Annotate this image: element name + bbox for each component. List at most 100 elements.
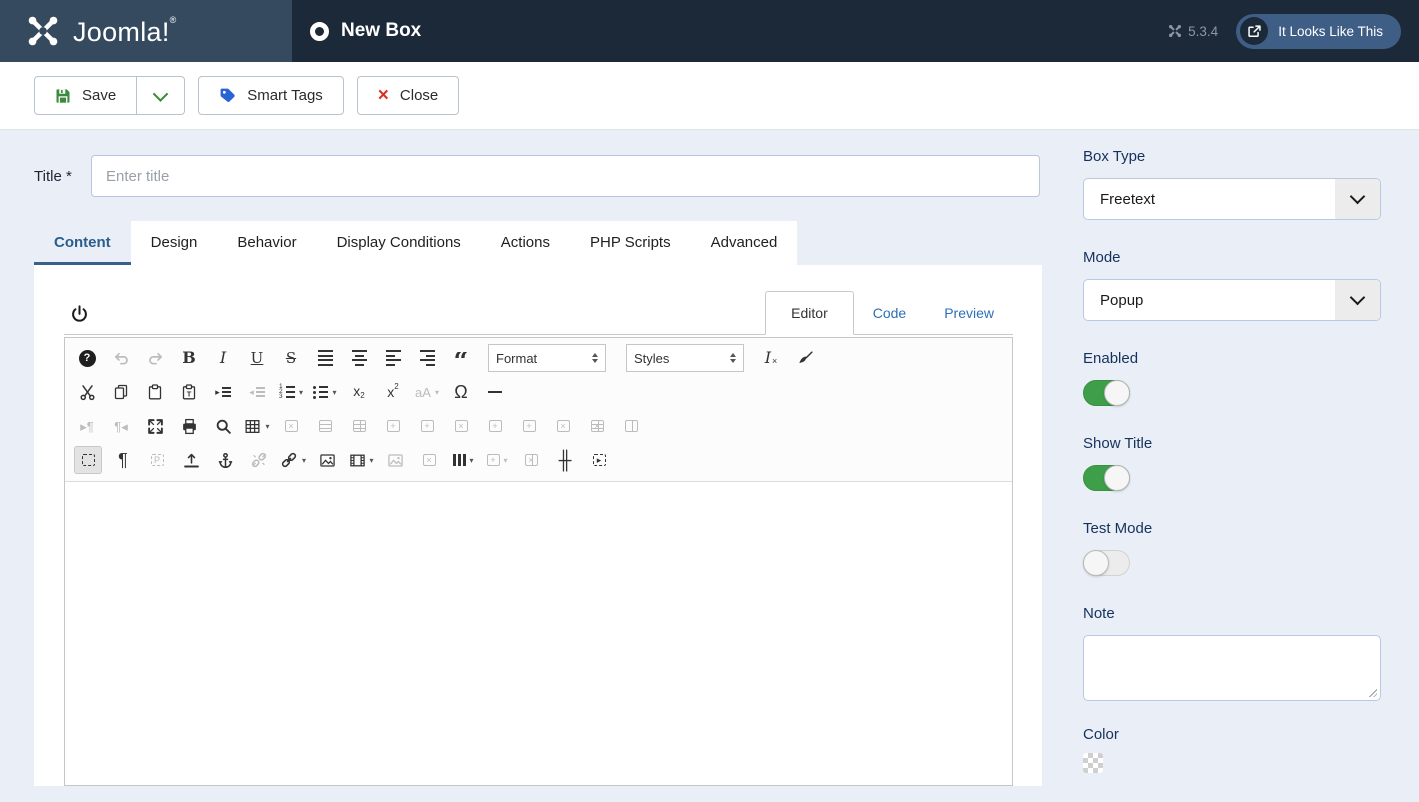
test-mode-toggle[interactable] (1083, 550, 1130, 576)
editor-canvas[interactable] (65, 481, 1012, 785)
italic-icon: I (220, 350, 226, 366)
redo-icon (147, 350, 164, 367)
paste-text-button[interactable]: T (176, 379, 202, 405)
div-container-button[interactable]: ▸ (586, 447, 612, 473)
toggle-editor-button[interactable] (70, 305, 89, 324)
table-button[interactable]: ▾ (244, 413, 270, 439)
cut-button[interactable] (74, 379, 100, 405)
image-button[interactable] (314, 447, 340, 473)
close-icon: × (378, 86, 389, 105)
copy-button[interactable] (108, 379, 134, 405)
close-button[interactable]: × Close (357, 76, 459, 115)
blockquote-icon: “ (454, 352, 469, 365)
save-dropdown-button[interactable] (137, 76, 185, 115)
fullscreen-button[interactable] (142, 413, 168, 439)
link-button[interactable]: ▾ (280, 447, 306, 473)
columns-button[interactable]: ▾ (450, 447, 476, 473)
dropdown-caret-icon: ▾ (370, 456, 374, 465)
help-icon: ? (79, 350, 96, 367)
italic-button[interactable]: I (210, 345, 236, 371)
indent-icon: ▸ (215, 387, 231, 397)
tab-advanced[interactable]: Advanced (691, 221, 798, 265)
pagebreak-button[interactable]: ╫ (552, 447, 578, 473)
rtl-paragraph-icon: ¶◂ (114, 420, 128, 433)
upload-button[interactable] (178, 447, 204, 473)
tab-behavior[interactable]: Behavior (217, 221, 316, 265)
print-button[interactable] (176, 413, 202, 439)
enabled-toggle[interactable] (1083, 380, 1130, 406)
save-button[interactable]: Save (34, 76, 137, 115)
editor-view-tabs: EditorCodePreview (765, 291, 1013, 334)
mode-select[interactable]: Popup (1083, 279, 1381, 321)
ordered-list-button[interactable]: 123▾ (278, 379, 304, 405)
visual-aid-button[interactable] (74, 446, 102, 474)
unlink-icon (250, 451, 268, 469)
media-button[interactable]: ▾ (348, 447, 374, 473)
delete-column-icon: × (557, 420, 570, 432)
anchor-button[interactable] (212, 447, 238, 473)
editor-header: EditorCodePreview (64, 265, 1013, 335)
delete-row-button: × (448, 413, 474, 439)
mode-group: Mode Popup (1083, 249, 1381, 321)
pagebreak-icon: ╫ (559, 451, 572, 469)
superscript-button[interactable]: x2 (380, 379, 406, 405)
joomla-brand[interactable]: Joomla!® (0, 0, 292, 62)
it-looks-like-this-button[interactable]: It Looks Like This (1236, 14, 1401, 49)
align-right-button[interactable] (414, 345, 440, 371)
color-swatch[interactable] (1083, 753, 1103, 773)
clear-formatting-button[interactable]: I× (758, 345, 784, 371)
tab-php-scripts[interactable]: PHP Scripts (570, 221, 691, 265)
align-justify-button[interactable] (312, 345, 338, 371)
format-brush-button[interactable] (792, 345, 818, 371)
version-number: 5.3.4 (1188, 24, 1218, 39)
strikethrough-button[interactable]: S (278, 345, 304, 371)
styles-select[interactable]: Styles (620, 345, 750, 371)
title-input[interactable] (91, 155, 1040, 197)
svg-text:T: T (187, 389, 192, 398)
image-icon (319, 452, 336, 469)
search-button[interactable] (210, 413, 236, 439)
paste-button[interactable] (142, 379, 168, 405)
joomla-wordmark: Joomla!® (73, 15, 177, 48)
special-character-button[interactable]: Ω (448, 379, 474, 405)
box-type-select[interactable]: Freetext (1083, 178, 1381, 220)
note-label: Note (1083, 605, 1381, 622)
horizontal-rule-button[interactable] (482, 379, 508, 405)
registered-mark: ® (170, 15, 177, 25)
align-right-icon (420, 350, 435, 366)
blockquote-button[interactable]: “ (448, 345, 474, 371)
delete-table-icon: × (285, 420, 298, 432)
align-center-button[interactable] (346, 345, 372, 371)
bullet-list-button[interactable]: ▾ (312, 379, 338, 405)
format-select[interactable]: Format (482, 345, 612, 371)
editor-subtab-preview[interactable]: Preview (925, 292, 1013, 334)
help-button[interactable]: ? (74, 345, 100, 371)
chevron-down-icon (1335, 179, 1380, 219)
visual-aid-icon (82, 454, 95, 466)
merge-cells-button: × (584, 413, 610, 439)
align-left-button[interactable] (380, 345, 406, 371)
save-button-group: Save (34, 76, 185, 115)
bold-button[interactable]: B (176, 345, 202, 371)
tab-actions[interactable]: Actions (481, 221, 570, 265)
show-title-toggle[interactable] (1083, 465, 1130, 491)
tab-content[interactable]: Content (34, 221, 131, 265)
editor-subtab-editor[interactable]: Editor (765, 291, 854, 335)
tab-display-conditions[interactable]: Display Conditions (317, 221, 481, 265)
chevron-down-icon (1335, 280, 1380, 320)
note-textarea[interactable] (1083, 635, 1381, 701)
tab-design[interactable]: Design (131, 221, 218, 265)
indent-button[interactable]: ▸ (210, 379, 236, 405)
column-delete-icon: × (525, 454, 538, 466)
ltr-paragraph-button: ▸¶ (74, 413, 100, 439)
paragraph-marks-button[interactable]: ¶ (110, 447, 136, 473)
resize-handle-icon[interactable] (1368, 688, 1377, 697)
dropdown-caret-icon: ▾ (504, 456, 508, 465)
subscript-button[interactable]: x2 (346, 379, 372, 405)
smart-tags-button[interactable]: Smart Tags (198, 76, 344, 115)
dropdown-caret-icon: ▾ (299, 388, 303, 397)
preview-button-label: It Looks Like This (1278, 24, 1383, 39)
underline-button[interactable]: U (244, 345, 270, 371)
joomla-version-icon (1168, 24, 1182, 38)
editor-subtab-code[interactable]: Code (854, 292, 925, 334)
